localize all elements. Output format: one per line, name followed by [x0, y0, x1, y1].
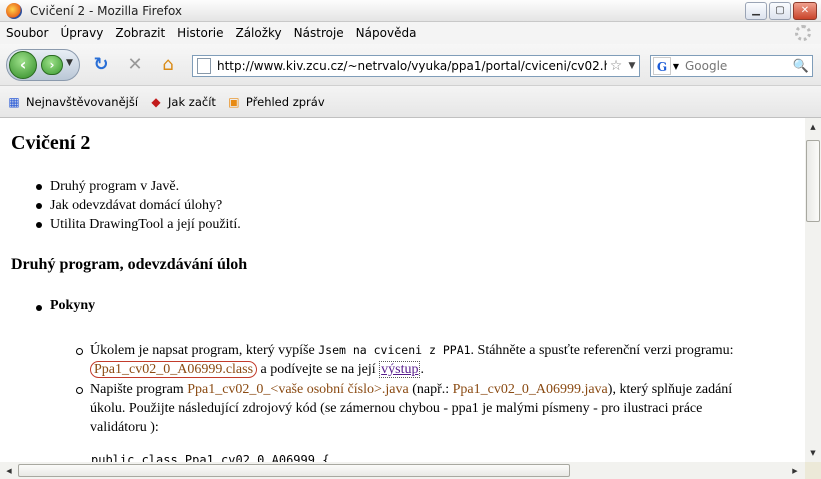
bullet: [36, 305, 42, 311]
text: . Stáhněte a spusťte referenční verzi pr…: [470, 343, 734, 358]
scroll-down-icon[interactable]: ▼: [806, 446, 820, 460]
scroll-corner: [805, 462, 821, 479]
stop-icon[interactable]: ✕: [125, 55, 145, 75]
class-file-link[interactable]: Ppa1_cv02_0_A06999.class: [90, 361, 258, 378]
horizontal-scrollbar-thumb[interactable]: [18, 464, 570, 477]
text: ), který splňuje zadání: [607, 382, 733, 397]
bookmarks-toolbar: ▦ Nejnavštěvovanější ◆ Jak začít ▣ Přehl…: [0, 86, 821, 118]
throbber-icon: [795, 25, 811, 41]
back-button[interactable]: ‹: [9, 51, 37, 79]
bookmark-star-icon[interactable]: ☆: [607, 58, 625, 74]
close-button[interactable]: ✕: [793, 2, 817, 20]
page-title: Cvičení 2: [11, 132, 91, 154]
scroll-right-icon[interactable]: ▶: [788, 464, 802, 478]
scrollbar-thumb[interactable]: [806, 140, 820, 222]
search-bar: G ▼ 🔍: [650, 55, 813, 77]
java-template-link[interactable]: Ppa1_cv02_0_<vaše osobní číslo>.java: [187, 382, 408, 397]
url-text[interactable]: http://www.kiv.zcu.cz/~netrvalo/vyuka/pp…: [217, 59, 607, 73]
instruction-item-1: Úkolem je napsat program, který vypíše J…: [90, 341, 795, 379]
navigation-toolbar: ‹ › ▼ ↻ ✕ ⌂ http://www.kiv.zcu.cz/~netrv…: [0, 44, 821, 86]
list-item: Druhý program v Javě.: [36, 177, 241, 196]
menu-historie[interactable]: Historie: [171, 26, 229, 40]
search-engine-dropdown-icon[interactable]: ▼: [671, 62, 681, 71]
home-icon[interactable]: ⌂: [158, 55, 178, 75]
url-bar[interactable]: http://www.kiv.zcu.cz/~netrvalo/vyuka/pp…: [192, 55, 640, 77]
bookmark-news[interactable]: ▣ Přehled zpráv: [226, 94, 325, 110]
intro-list: Druhý program v Javě. Jak odevzdávat dom…: [36, 177, 241, 234]
text: (např.:: [408, 382, 453, 397]
java-example-link[interactable]: Ppa1_cv02_0_A06999.java: [453, 382, 608, 397]
menu-zalozky[interactable]: Záložky: [229, 26, 287, 40]
bookmark-getting-started[interactable]: ◆ Jak začít: [148, 94, 216, 110]
pokyny-label: Pokyny: [50, 298, 96, 313]
menu-napoveda[interactable]: Nápověda: [350, 26, 423, 40]
page-content: Cvičení 2 Druhý program v Javě. Jak odev…: [0, 118, 805, 462]
sub-bullet: [76, 387, 83, 394]
menu-upravy[interactable]: Úpravy: [54, 26, 109, 40]
text: Úkolem je napsat program, který vypíše: [90, 343, 319, 358]
text: validátoru ):: [90, 420, 159, 435]
reload-icon[interactable]: ↻: [91, 55, 111, 75]
search-input[interactable]: [681, 59, 791, 73]
text: úkolu. Použijte následující zdrojový kód…: [90, 401, 703, 416]
vertical-scrollbar[interactable]: ▲ ▼: [805, 118, 821, 462]
menu-bar: Soubor Úpravy Zobrazit Historie Záložky …: [0, 22, 821, 44]
rss-feed-icon: ▣: [228, 94, 240, 109]
menu-zobrazit[interactable]: Zobrazit: [109, 26, 171, 40]
list-item: Jak odevzdávat domácí úlohy?: [36, 196, 241, 215]
text: a podívejte se na její: [257, 362, 380, 377]
google-icon[interactable]: G: [653, 57, 671, 75]
list-item: Utilita DrawingTool a její použití.: [36, 215, 241, 234]
bookmark-label: Přehled zpráv: [245, 94, 325, 109]
horizontal-scrollbar[interactable]: ◀ ▶: [0, 462, 805, 479]
page-icon: [197, 58, 211, 74]
code-snippet: public class Ppa1_cv02_0_A06999 {: [91, 453, 330, 462]
folder-icon: ▦: [8, 94, 20, 109]
url-dropdown-icon[interactable]: ▼: [625, 61, 639, 71]
firefox-icon: [6, 2, 22, 19]
scroll-up-icon[interactable]: ▲: [806, 120, 820, 134]
search-icon[interactable]: 🔍: [791, 59, 811, 74]
sub-bullet: [76, 348, 83, 355]
menu-soubor[interactable]: Soubor: [0, 26, 54, 40]
maximize-button[interactable]: ▢: [769, 2, 791, 20]
firefox-bookmark-icon: ◆: [151, 94, 161, 109]
inline-code: Jsem na cviceni z PPA1: [318, 343, 471, 357]
title-bar: Cvičení 2 - Mozilla Firefox ▁ ▢ ✕: [0, 0, 821, 22]
bookmark-label: Jak začít: [168, 94, 216, 109]
bookmark-label: Nejnavštěvovanější: [26, 94, 139, 109]
forward-button[interactable]: ›: [41, 55, 63, 75]
section-heading: Druhý program, odevzdávání úloh: [11, 256, 248, 273]
output-link[interactable]: výstup: [379, 361, 421, 378]
back-forward-group: ‹ › ▼: [6, 49, 80, 81]
history-dropdown-icon[interactable]: ▼: [66, 58, 73, 68]
text: Napište program: [90, 382, 188, 397]
window-title: Cvičení 2 - Mozilla Firefox: [30, 3, 183, 18]
instruction-item-2: Napište program Ppa1_cv02_0_<vaše osobní…: [90, 380, 795, 437]
text: .: [420, 362, 424, 377]
minimize-button[interactable]: ▁: [745, 2, 767, 20]
bookmark-most-visited[interactable]: ▦ Nejnavštěvovanější: [6, 94, 138, 110]
menu-nastroje[interactable]: Nástroje: [288, 26, 350, 40]
scroll-left-icon[interactable]: ◀: [2, 464, 16, 478]
